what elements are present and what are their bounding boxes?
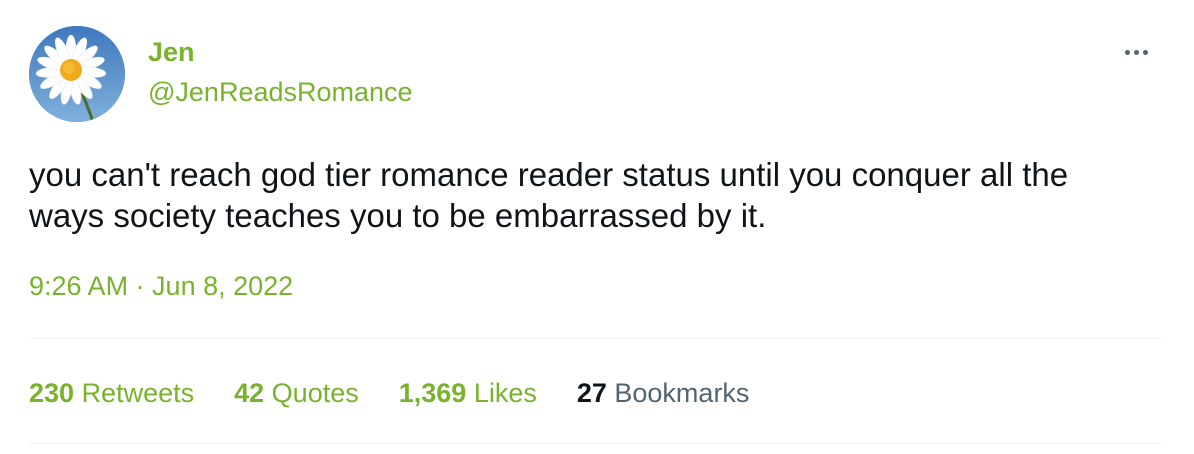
retweets-count: 230 — [29, 378, 82, 408]
author-display-name[interactable]: Jen — [148, 36, 195, 68]
tweet-timestamp[interactable]: 9:26 AM · Jun 8, 2022 — [29, 269, 293, 303]
daisy-flower-icon — [29, 26, 125, 122]
retweets-label: Retweets — [81, 378, 195, 408]
more-options-button[interactable] — [1116, 38, 1156, 66]
more-horizontal-icon — [1124, 49, 1130, 55]
engagement-stats: 230 Retweets 42 Quotes 1,369 Likes 27 Bo… — [29, 376, 789, 410]
quotes-label: Quotes — [271, 378, 359, 408]
likes-count: 1,369 — [398, 378, 474, 408]
tweet-text-line: you can't reach god tier romance reader … — [29, 156, 1069, 193]
likes-label: Likes — [473, 378, 537, 408]
likes-stat[interactable]: 1,369 Likes — [399, 376, 537, 410]
author-handle[interactable]: @JenReadsRomance — [148, 76, 413, 108]
bookmarks-label: Bookmarks — [614, 378, 750, 408]
retweets-stat[interactable]: 230 Retweets — [29, 376, 194, 410]
bookmarks-count: 27 — [576, 378, 615, 408]
tweet-text-line: ways society teaches you to be embarrass… — [29, 197, 767, 234]
tweet-card: Jen @JenReadsRomance you can't reach god… — [0, 0, 1194, 454]
divider — [29, 443, 1161, 444]
avatar[interactable] — [29, 26, 125, 122]
quotes-count: 42 — [234, 378, 272, 408]
bookmarks-stat: 27 Bookmarks — [577, 376, 750, 410]
tweet-text: you can't reach god tier romance reader … — [29, 154, 1159, 236]
quotes-stat[interactable]: 42 Quotes — [234, 376, 359, 410]
divider — [29, 338, 1161, 339]
